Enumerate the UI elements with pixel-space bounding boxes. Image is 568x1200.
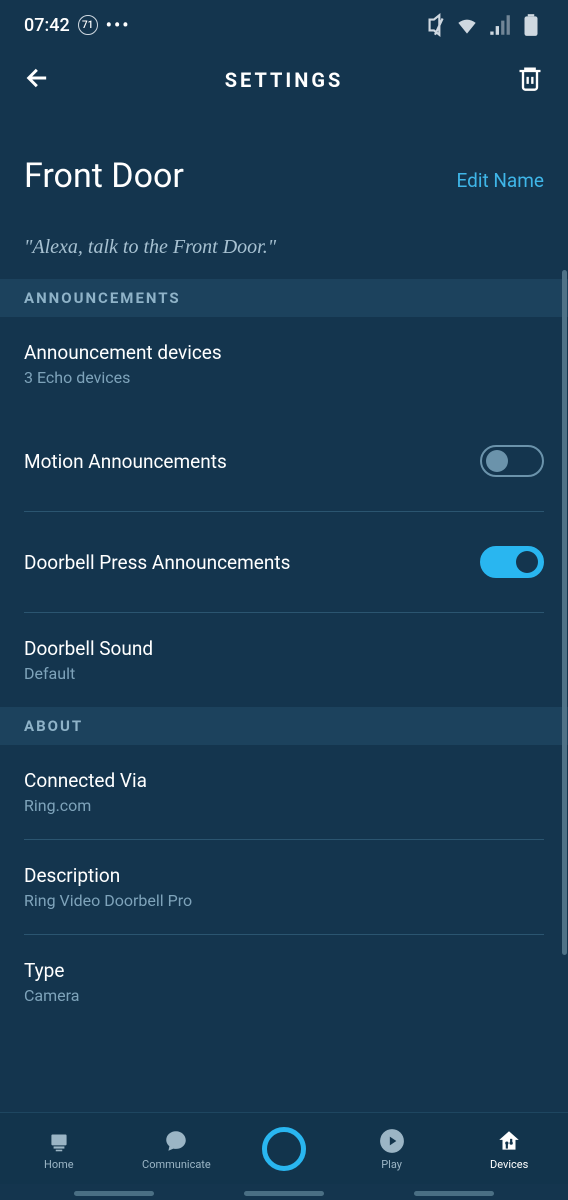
alexa-icon <box>262 1127 306 1171</box>
status-bar: 07:42 71 ••• <box>0 0 568 44</box>
announcement-devices-label: Announcement devices <box>24 341 222 364</box>
section-announcements-header: ANNOUNCEMENTS <box>0 279 568 317</box>
announcement-devices-sub: 3 Echo devices <box>24 368 222 387</box>
nav-play-label: Play <box>381 1158 402 1171</box>
connected-via-label: Connected Via <box>24 769 147 792</box>
more-dots-icon: ••• <box>106 15 131 36</box>
nav-communicate-label: Communicate <box>142 1158 211 1171</box>
nav-home[interactable]: Home <box>19 1127 99 1171</box>
description-label: Description <box>24 864 192 887</box>
mute-icon <box>422 12 448 38</box>
nav-play[interactable]: Play <box>352 1127 432 1171</box>
device-title-row: Front Door Edit Name <box>0 126 568 236</box>
delete-button[interactable] <box>516 64 544 96</box>
row-type[interactable]: Type Camera <box>0 935 568 1015</box>
status-time: 07:42 <box>24 15 70 36</box>
type-sub: Camera <box>24 986 79 1005</box>
nav-devices[interactable]: Devices <box>469 1127 549 1171</box>
edit-name-link[interactable]: Edit Name <box>456 169 544 192</box>
scroll-indicator[interactable] <box>562 270 567 955</box>
doorbell-press-toggle[interactable] <box>480 546 544 578</box>
trash-icon <box>516 64 544 92</box>
gesture-bar <box>0 1191 568 1196</box>
signal-icon <box>486 12 512 38</box>
arrow-left-icon <box>24 64 52 92</box>
nav-communicate[interactable]: Communicate <box>136 1127 216 1171</box>
doorbell-press-label: Doorbell Press Announcements <box>24 551 290 574</box>
page-title: SETTINGS <box>225 68 344 92</box>
row-description[interactable]: Description Ring Video Doorbell Pro <box>0 840 568 934</box>
row-doorbell-sound[interactable]: Doorbell Sound Default <box>0 613 568 707</box>
type-label: Type <box>24 959 79 982</box>
row-doorbell-press: Doorbell Press Announcements <box>0 512 568 612</box>
description-sub: Ring Video Doorbell Pro <box>24 891 192 910</box>
motion-announcements-label: Motion Announcements <box>24 450 227 473</box>
connected-via-sub: Ring.com <box>24 796 147 815</box>
chat-icon <box>162 1127 190 1155</box>
row-announcement-devices[interactable]: Announcement devices 3 Echo devices <box>0 317 568 411</box>
play-icon <box>378 1127 406 1155</box>
home-icon <box>45 1127 73 1155</box>
nav-alexa[interactable] <box>254 1127 314 1171</box>
voice-instruction: "Alexa, talk to the Front Door." <box>0 236 568 279</box>
status-icons <box>422 12 544 38</box>
device-title: Front Door <box>24 156 184 196</box>
row-motion-announcements: Motion Announcements <box>0 411 568 511</box>
nav-home-label: Home <box>44 1158 74 1171</box>
section-about-header: ABOUT <box>0 707 568 745</box>
nav-devices-label: Devices <box>490 1158 528 1171</box>
bottom-nav: Home Communicate Play Devices <box>0 1112 568 1184</box>
doorbell-sound-label: Doorbell Sound <box>24 637 153 660</box>
back-button[interactable] <box>24 64 52 96</box>
motion-announcements-toggle[interactable] <box>480 445 544 477</box>
row-connected-via[interactable]: Connected Via Ring.com <box>0 745 568 839</box>
doorbell-sound-sub: Default <box>24 664 153 683</box>
devices-icon <box>495 1127 523 1155</box>
wifi-icon <box>454 12 480 38</box>
app-header: SETTINGS <box>0 44 568 126</box>
battery-pct-icon: 71 <box>78 15 98 35</box>
battery-icon <box>518 12 544 38</box>
